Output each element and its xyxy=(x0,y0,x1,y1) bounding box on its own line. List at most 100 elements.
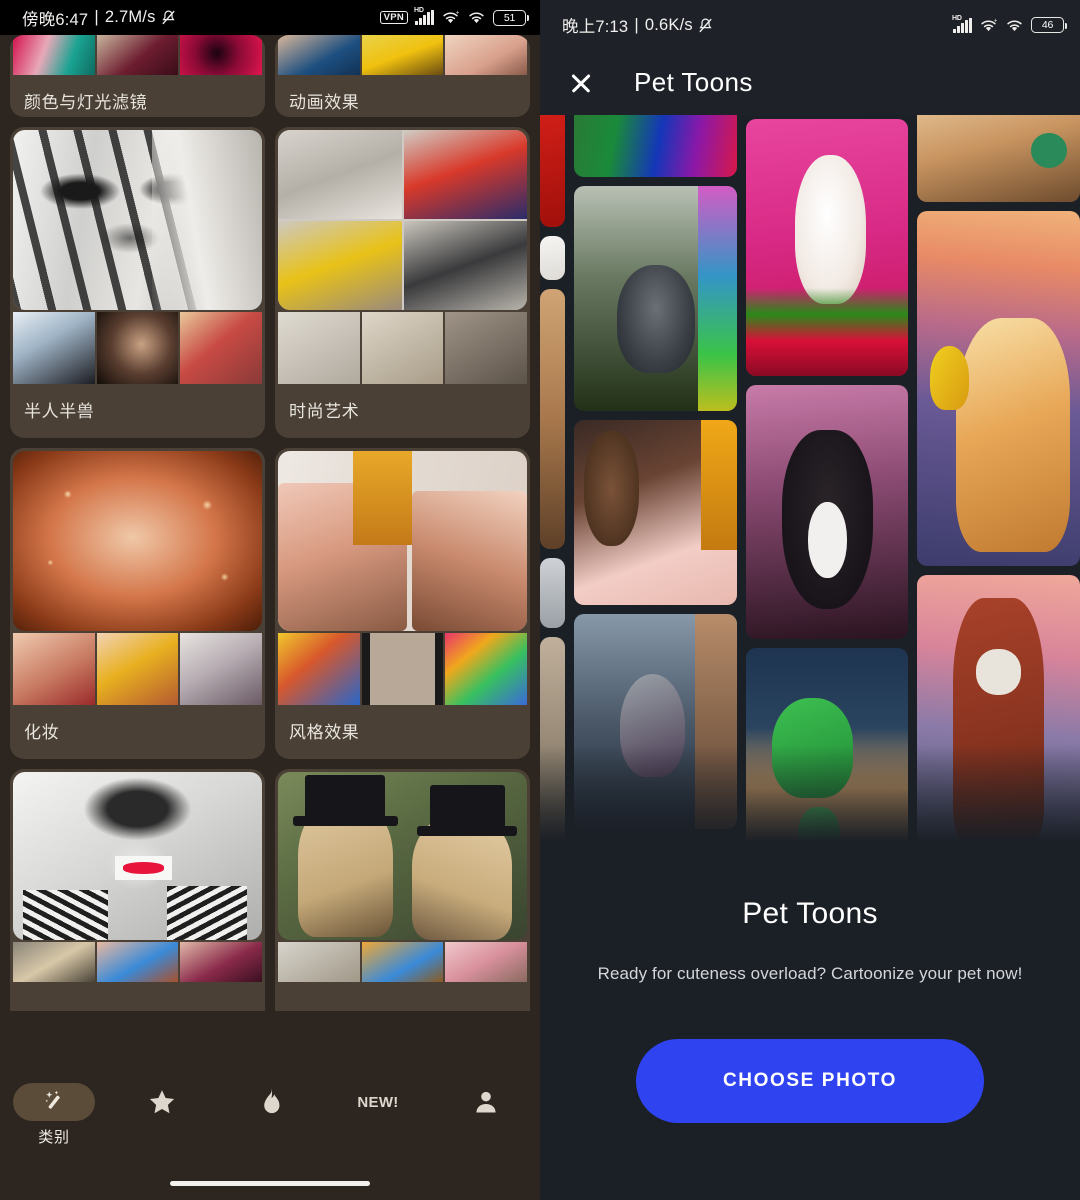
promo-panel: Pet Toons Ready for cuteness overload? C… xyxy=(540,870,1080,1200)
wifi-icon-secondary xyxy=(467,10,486,25)
star-icon xyxy=(147,1083,177,1121)
app-bar-title: Pet Toons xyxy=(634,67,753,97)
signal-bars-icon: HD xyxy=(414,7,434,25)
thumbnail xyxy=(445,312,528,384)
category-label: 动画效果 xyxy=(289,93,360,112)
nav-new-label: NEW! xyxy=(357,1093,399,1111)
thumbnail xyxy=(361,942,444,982)
thumbnail xyxy=(445,633,528,705)
dual-screenshot-comparison: 傍晚6:47 | 2.7M/s VPN HD + 51 颜色与灯光滤镜 动画效果… xyxy=(0,0,1080,1200)
thumbnail xyxy=(445,35,528,75)
nav-item-trending[interactable] xyxy=(216,1083,324,1121)
thumbnail xyxy=(96,633,179,705)
category-label: 半人半兽 xyxy=(24,402,95,421)
collage-fade-overlay xyxy=(540,745,1080,875)
woman-poodle-tile xyxy=(574,420,737,605)
category-card[interactable] xyxy=(275,769,530,1011)
promo-title: Pet Toons xyxy=(742,897,878,930)
status-right-group: VPN HD + 51 xyxy=(379,7,529,26)
battery-indicator: 46 xyxy=(1031,17,1067,33)
thumbnail xyxy=(445,942,528,982)
nav-item-new[interactable]: NEW! xyxy=(324,1083,432,1121)
boston-terrier-tile xyxy=(745,384,909,640)
card-thumbnail-strip xyxy=(278,312,528,384)
signal-bars-icon: HD xyxy=(952,14,972,33)
category-card[interactable]: 化妆 xyxy=(10,448,265,759)
nav-label: 类别 xyxy=(38,1129,70,1146)
gesture-home-bar[interactable] xyxy=(170,1181,370,1186)
thumbnail xyxy=(278,35,360,75)
wifi-icon: + xyxy=(979,18,998,33)
nav-item-categories[interactable]: 类别 xyxy=(0,1083,108,1147)
category-card[interactable]: 颜色与灯光滤镜 xyxy=(10,35,265,117)
category-hero-image xyxy=(278,772,527,940)
wifi-icon-secondary xyxy=(1005,18,1024,33)
thumbnail xyxy=(361,312,444,384)
status-network-speed: 2.7M/s xyxy=(104,8,156,26)
category-label xyxy=(10,982,265,1011)
category-grid: 颜色与灯光滤镜 动画效果 半人半兽 时尚艺术 化妆 风格效果 xyxy=(0,35,540,1011)
category-label: 时尚艺术 xyxy=(289,402,360,421)
thumbnail xyxy=(13,312,95,384)
corgi-collar-tile xyxy=(917,115,1080,202)
status-network-speed: 0.6K/s xyxy=(644,15,693,34)
choose-photo-button[interactable]: CHOOSE PHOTO xyxy=(636,1039,984,1123)
white-rabbit-pink-tile xyxy=(745,119,909,376)
thumbnail xyxy=(361,35,444,75)
new-text-icon: NEW! xyxy=(357,1083,398,1121)
status-left-group: 傍晚6:47 | 2.7M/s xyxy=(22,6,177,30)
status-time: 傍晚6:47 xyxy=(22,10,89,29)
card-thumbnail-strip xyxy=(278,942,528,982)
nav-item-profile[interactable] xyxy=(432,1083,540,1121)
status-separator: | xyxy=(94,8,99,26)
category-list-scroll[interactable]: 颜色与灯光滤镜 动画效果 半人半兽 时尚艺术 化妆 风格效果 xyxy=(0,35,540,1200)
battery-indicator: 51 xyxy=(493,9,529,26)
thumbnail xyxy=(180,312,263,384)
nav-item-favorites[interactable] xyxy=(108,1083,216,1121)
thumbnail xyxy=(13,633,95,705)
grey-cat-grass-tile xyxy=(574,186,737,411)
thumbnail xyxy=(180,35,263,75)
status-right-group: HD + 46 xyxy=(952,14,1067,33)
thumbnail xyxy=(180,633,263,705)
nav-item-group: 类别 NEW! xyxy=(0,1075,540,1155)
person-icon xyxy=(472,1083,500,1121)
mute-bell-icon xyxy=(697,17,714,34)
category-label: 风格效果 xyxy=(289,723,360,742)
close-icon[interactable] xyxy=(566,68,596,98)
card-thumbnail-strip xyxy=(278,35,528,75)
thumbnail xyxy=(96,942,179,982)
card-thumbnail-strip xyxy=(13,312,263,384)
active-nav-pill xyxy=(13,1083,95,1121)
svg-text:+: + xyxy=(994,18,998,24)
card-thumbnail-strip xyxy=(13,942,263,982)
category-card[interactable] xyxy=(10,769,265,1011)
status-separator: | xyxy=(634,15,639,34)
category-label: 颜色与灯光滤镜 xyxy=(24,93,148,112)
red-poster-tile xyxy=(540,115,566,227)
hd-label: HD xyxy=(952,14,962,22)
blue-parrot-tile xyxy=(574,115,737,177)
category-card[interactable]: 风格效果 xyxy=(275,448,530,759)
category-card[interactable]: 半人半兽 xyxy=(10,127,265,438)
grey-tile xyxy=(540,558,566,628)
thumbnail xyxy=(180,942,263,982)
white-tile xyxy=(540,236,566,280)
category-label xyxy=(275,982,530,1011)
thumbnail xyxy=(13,942,95,982)
hd-label: HD xyxy=(414,7,424,14)
left-status-bar: 傍晚6:47 | 2.7M/s VPN HD + 51 xyxy=(0,0,540,35)
thumbnail xyxy=(278,942,360,982)
category-hero-image xyxy=(278,130,527,310)
flame-icon xyxy=(256,1083,284,1121)
category-label: 化妆 xyxy=(24,723,60,742)
app-bar: Pet Toons xyxy=(540,50,1080,115)
category-card[interactable]: 时尚艺术 xyxy=(275,127,530,438)
wifi-icon: + xyxy=(441,10,460,25)
thumbnail xyxy=(96,35,179,75)
pet-image-collage xyxy=(540,115,1080,875)
category-card[interactable]: 动画效果 xyxy=(275,35,530,117)
right-phone-screen: 晚上7:13 | 0.6K/s HD + 46 Pet Toons Pet To… xyxy=(540,0,1080,1200)
cat-butterfly-sunset-tile xyxy=(917,211,1080,566)
thumbnail xyxy=(278,633,360,705)
